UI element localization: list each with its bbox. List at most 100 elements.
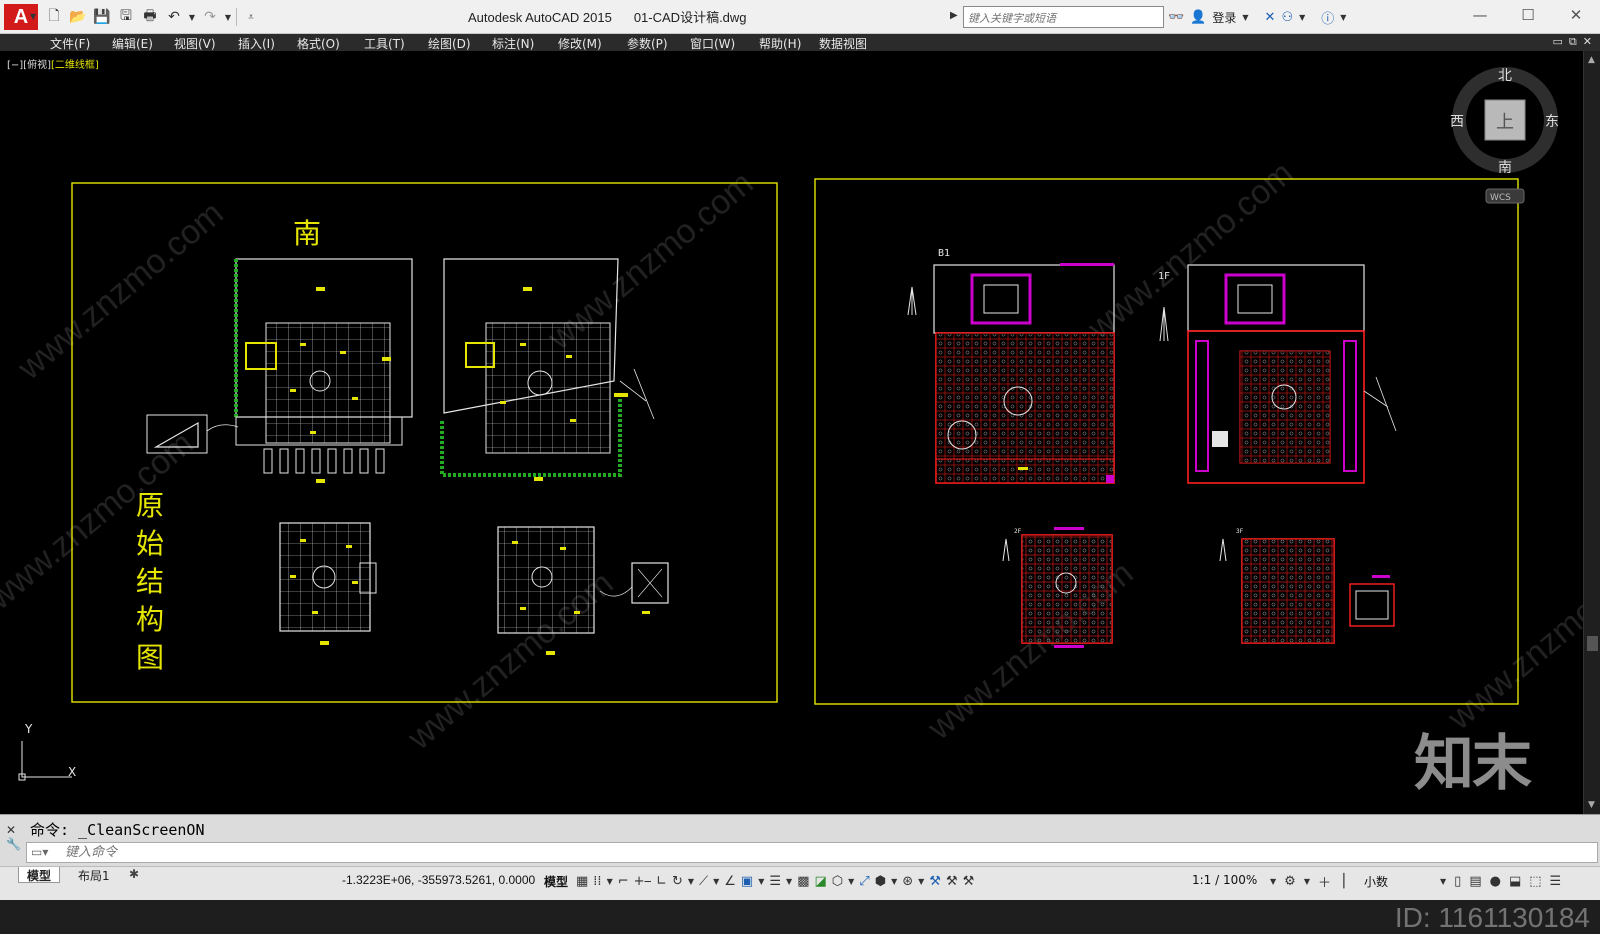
original-plan-basement[interactable]	[234, 258, 413, 483]
command-input-box[interactable]: ▭▾	[26, 842, 1598, 863]
tab-model[interactable]: 模型	[18, 867, 61, 883]
original-plan-2f[interactable]	[279, 522, 377, 645]
design-plan-3f[interactable]: 3F	[1219, 528, 1395, 644]
maximize-doc-icon[interactable]: ⧉	[1569, 35, 1577, 49]
units-dropdown[interactable]: 小数	[1364, 873, 1388, 890]
command-close-icon[interactable]: ✕ 🔧	[6, 823, 22, 863]
chevron-down-icon[interactable]: ▼	[891, 877, 897, 886]
workspace-gear-icon[interactable]: ⚙	[1284, 874, 1296, 889]
customization-menu-icon[interactable]: ☰	[1550, 874, 1562, 889]
undo-dropdown-icon[interactable]: ▼	[188, 7, 196, 27]
tab-layout1[interactable]: 布局1	[70, 867, 118, 883]
object-snap-tracking-icon[interactable]: ∠	[724, 874, 736, 889]
menu-dimension[interactable]: 标注(N)	[492, 35, 534, 52]
search-box[interactable]	[963, 6, 1164, 29]
chevron-down-icon[interactable]: ▼	[1270, 877, 1276, 886]
isodraft-icon[interactable]: ⟋	[699, 874, 708, 889]
chevron-down-icon[interactable]: ▼	[1340, 13, 1346, 22]
snap-icon[interactable]: ⁞⁞	[593, 874, 601, 889]
help-icon[interactable]: ⓘ	[1321, 8, 1334, 27]
quick-properties-icon[interactable]: ▯	[1454, 874, 1461, 889]
dynamic-input-icon[interactable]: +⎯	[634, 874, 651, 889]
object-snap-icon[interactable]: ▣	[741, 874, 753, 889]
infer-icon[interactable]: ⌐	[618, 874, 629, 889]
search-input[interactable]	[964, 8, 1163, 29]
design-plan-1f[interactable]: 1F	[1158, 264, 1397, 484]
scroll-down-icon[interactable]: ▼	[1588, 800, 1598, 810]
menu-tools[interactable]: 工具(T)	[364, 35, 405, 52]
binoculars-icon[interactable]: 👓	[1168, 10, 1184, 25]
lineweight-icon[interactable]: ☰	[769, 874, 781, 889]
ortho-icon[interactable]: ∟	[656, 874, 667, 889]
chevron-down-icon[interactable]: ▼	[918, 877, 924, 886]
minimize-icon[interactable]: —	[1456, 0, 1504, 30]
menu-dataview[interactable]: 数据视图	[819, 35, 867, 52]
chevron-down-icon[interactable]: ▼	[1304, 877, 1310, 886]
grid-icon[interactable]: ▦	[576, 874, 588, 889]
viewcube[interactable]: 上 北 南 东 西 WCS	[1450, 67, 1559, 204]
user-icon[interactable]: 👤	[1190, 10, 1206, 25]
chevron-down-icon[interactable]: ▼	[688, 877, 694, 886]
save-as-icon[interactable]: 🖫	[116, 7, 136, 27]
new-file-icon[interactable]: 🗋	[44, 7, 64, 27]
menu-insert[interactable]: 插入(I)	[238, 35, 275, 52]
network-icon[interactable]: ⚇	[1281, 10, 1293, 25]
model-space-button[interactable]: 模型	[544, 873, 568, 890]
chevron-down-icon[interactable]: ▼	[1440, 877, 1446, 886]
chevron-down-icon[interactable]: ▼	[30, 12, 38, 21]
scroll-thumb[interactable]	[1587, 636, 1598, 651]
hardware-acceleration-icon[interactable]: ⬓	[1509, 874, 1521, 889]
restore-doc-icon[interactable]: ▭	[1553, 35, 1563, 49]
chevron-down-icon[interactable]: ▼	[1299, 13, 1305, 22]
save-icon[interactable]: 💾	[92, 7, 112, 27]
chevron-down-icon[interactable]: ▼	[1242, 13, 1248, 22]
customize-toolbar-icon[interactable]: ⩡	[241, 7, 261, 27]
chevron-down-icon[interactable]: ▼	[786, 877, 792, 886]
coordinate-readout[interactable]: -1.3223E+06, -355973.5261, 0.0000	[342, 873, 535, 887]
polar-icon[interactable]: ↻	[672, 874, 683, 889]
maximize-icon[interactable]: ☐	[1504, 0, 1552, 30]
chevron-down-icon[interactable]: ▼	[607, 877, 613, 886]
drawing-canvas[interactable]: [−][俯视][二维线框] www.znzmo.com www.znzmo.co…	[0, 51, 1600, 814]
redo-icon[interactable]: ↷	[200, 7, 220, 27]
chevron-down-icon[interactable]: ▼	[848, 877, 854, 886]
autoscale-icon[interactable]: ⚒	[946, 874, 958, 889]
command-prompt-icon[interactable]: ▭▾	[31, 845, 48, 859]
annotation-visibility-icon[interactable]: ⚒	[929, 874, 941, 889]
close-icon[interactable]: ✕	[1552, 0, 1600, 30]
menu-format[interactable]: 格式(O)	[297, 35, 340, 52]
search-expand-icon[interactable]: ▶	[950, 10, 958, 21]
menu-edit[interactable]: 编辑(E)	[112, 35, 153, 52]
selection-filter-icon[interactable]: ⬢	[875, 874, 886, 889]
annotation-scale-dropdown[interactable]: 1:1 / 100%	[1192, 873, 1257, 887]
menu-window[interactable]: 窗口(W)	[690, 35, 735, 52]
login-button[interactable]: 登录	[1212, 9, 1236, 26]
menu-parameters[interactable]: 参数(P)	[627, 35, 668, 52]
design-plan-b1[interactable]: B1	[907, 248, 1115, 484]
scroll-up-icon[interactable]: ▲	[1588, 55, 1598, 65]
menu-help[interactable]: 帮助(H)	[759, 35, 801, 52]
add-layout-icon[interactable]: ✱	[124, 867, 144, 883]
plus-icon[interactable]: ＋	[1318, 872, 1331, 891]
redo-dropdown-icon[interactable]: ▼	[224, 7, 232, 27]
dynamic-ucs-icon[interactable]: ⤢	[859, 874, 869, 889]
3d-osnap-icon[interactable]: ⬡	[832, 874, 843, 889]
selection-cycling-icon[interactable]: ◪	[814, 874, 826, 889]
gizmo-icon[interactable]: ⊛	[902, 874, 913, 889]
design-plan-2f[interactable]: 2F	[1002, 527, 1113, 648]
chevron-down-icon[interactable]: ▼	[713, 877, 719, 886]
menu-file[interactable]: 文件(F)	[50, 35, 90, 52]
exchange-icon[interactable]: ✕	[1265, 10, 1276, 25]
undo-icon[interactable]: ↶	[164, 7, 184, 27]
clean-screen-icon[interactable]: ⬚	[1529, 874, 1541, 889]
chevron-down-icon[interactable]: ▼	[758, 877, 764, 886]
menu-view[interactable]: 视图(V)	[174, 35, 216, 52]
command-input[interactable]	[65, 844, 1465, 861]
print-icon[interactable]: 🖶	[140, 7, 160, 27]
close-doc-icon[interactable]: ✕	[1583, 35, 1592, 49]
lock-ui-icon[interactable]: ▤	[1469, 874, 1481, 889]
annotation-scale-icon[interactable]: ⚒	[963, 874, 975, 889]
menu-modify[interactable]: 修改(M)	[558, 35, 602, 52]
isolate-objects-icon[interactable]: ●	[1490, 874, 1501, 889]
menu-draw[interactable]: 绘图(D)	[428, 35, 471, 52]
